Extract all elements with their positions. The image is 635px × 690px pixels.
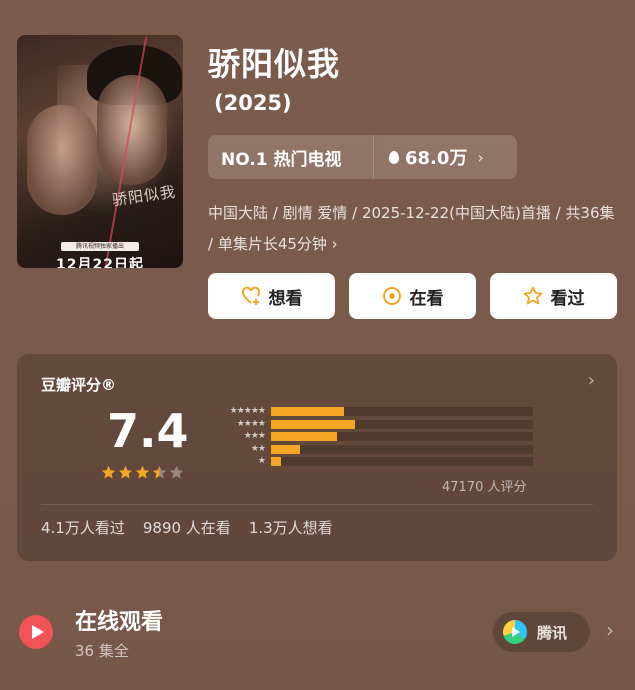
episode-count: 36 集全 — [75, 642, 129, 660]
poster-image[interactable]: 骄阳似我 腾讯视频独家播出 12月22日起 — [17, 35, 183, 268]
want-to-watch-button[interactable]: 想看 — [208, 273, 335, 319]
rating-card[interactable]: 豆瓣评分® › 7.4 ★★★★★ ★★★★ ★★★ ★★ ★ 47170 人评分 4.… — [17, 354, 617, 561]
rank-label: NO.1 热门电视 — [221, 149, 342, 170]
tencent-video-logo-icon — [503, 620, 527, 644]
distribution-star-label: ★★★★ — [236, 418, 266, 429]
heat-indicator: 68.0万 › — [374, 144, 484, 170]
flame-icon — [389, 150, 399, 164]
chevron-right-icon[interactable]: › — [606, 618, 614, 642]
release-year: (2025) — [214, 91, 292, 115]
poster-banner: 腾讯视频独家播出 — [61, 242, 139, 251]
play-icon[interactable] — [19, 615, 53, 649]
platform-button[interactable]: 腾讯 — [493, 612, 590, 652]
vote-count: 47170 人评分 — [442, 480, 527, 495]
distribution-bar — [271, 457, 282, 466]
action-buttons: 想看 在看 看过 — [208, 273, 617, 319]
star-icon — [135, 465, 150, 479]
want-to-watch-label: 想看 — [268, 288, 303, 309]
poster-release-date: 12月22日起 — [56, 257, 144, 268]
page-title: 骄阳似我 — [208, 45, 341, 83]
star-icon — [169, 465, 184, 479]
poster-figure-left — [27, 105, 97, 215]
poster-figure-right — [97, 75, 167, 185]
distribution-star-label: ★ — [257, 456, 266, 466]
watching-label: 在看 — [409, 288, 444, 309]
distribution-star-label: ★★ — [250, 443, 266, 454]
rating-stars — [101, 465, 184, 480]
distribution-track — [271, 432, 533, 441]
ranking-box[interactable]: NO.1 热门电视 68.0万 › — [208, 135, 517, 179]
star-icon — [118, 465, 133, 479]
movie-detail-page: 骄阳似我 腾讯视频独家播出 12月22日起 骄阳似我 (2025) NO.1 热… — [0, 0, 635, 690]
distribution-track — [271, 419, 533, 429]
distribution-track — [271, 444, 533, 454]
star-icon — [152, 465, 167, 479]
distribution-star-label: ★★★ — [243, 431, 266, 441]
chevron-right-icon[interactable]: › — [588, 370, 595, 391]
heat-value: 68.0万 — [405, 148, 468, 169]
distribution-bar — [271, 432, 337, 441]
watched-count: 4.1万人看过 — [41, 519, 125, 537]
platform-name: 腾讯 — [537, 623, 568, 642]
watched-button[interactable]: 看过 — [490, 273, 617, 319]
star-icon — [101, 465, 116, 479]
distribution-bar — [271, 407, 345, 416]
watching-button[interactable]: 在看 — [349, 273, 476, 319]
meta-info[interactable]: 中国大陆 / 剧情 爱情 / 2025-12-22(中国大陆)首播 / 共36集… — [208, 198, 618, 260]
rating-score: 7.4 — [107, 404, 189, 458]
watch-online-title: 在线观看 — [75, 610, 164, 635]
watching-count: 9890 人在看 — [142, 519, 231, 537]
watched-label: 看过 — [550, 288, 585, 309]
distribution-track — [271, 457, 533, 466]
star-outline-icon — [523, 286, 543, 306]
distribution-star-label: ★★★★★ — [229, 406, 266, 416]
want-count: 1.3万人想看 — [248, 519, 333, 537]
chevron-right-icon: › — [477, 147, 484, 167]
target-icon — [382, 286, 402, 306]
rating-card-title: 豆瓣评分® — [41, 376, 117, 394]
card-divider — [41, 504, 593, 505]
watch-stats: 4.1万人看过 9890 人在看 1.3万人想看 — [41, 517, 333, 538]
heart-plus-icon — [241, 286, 261, 306]
watch-online-row[interactable]: 在线观看 36 集全 腾讯 › — [0, 590, 635, 680]
distribution-bar — [271, 419, 355, 429]
distribution-bar — [271, 444, 300, 454]
distribution-track — [271, 407, 533, 416]
